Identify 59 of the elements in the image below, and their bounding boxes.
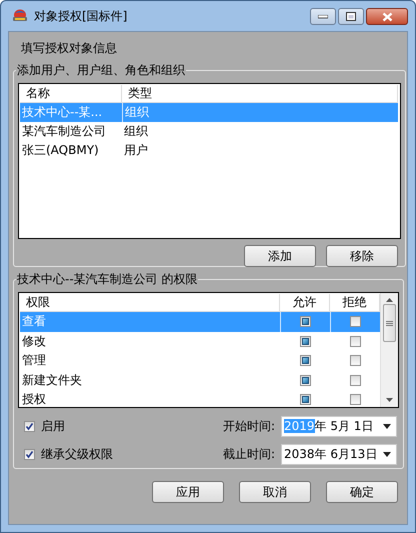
name-cell-text: 张三(AQBMY) xyxy=(21,142,100,159)
column-header[interactable]: 权限 xyxy=(20,294,280,311)
group-title: 添加用户、用户组、角色和组织 xyxy=(16,62,186,79)
checkbox[interactable] xyxy=(350,336,360,347)
name-cell-text: 某汽车制造公司 xyxy=(21,123,107,140)
date-label: 开始时间: xyxy=(222,418,275,435)
checkbox[interactable] xyxy=(300,374,310,386)
checkbox[interactable] xyxy=(350,394,360,406)
checkbox[interactable] xyxy=(300,336,310,347)
date-label: 截止时间: xyxy=(222,446,275,463)
list-row[interactable]: 张三(AQBMY) 用户 xyxy=(20,141,398,160)
name-cell-text: 技术中心--某... xyxy=(21,104,104,121)
type-cell: 组织 xyxy=(122,103,242,122)
close-button[interactable] xyxy=(366,8,408,25)
list-action-button[interactable]: 添加 xyxy=(244,245,316,267)
app-logo-icon xyxy=(12,9,28,23)
scroll-thumb[interactable] xyxy=(383,304,396,342)
option-label: 继承父级权限 xyxy=(41,446,113,463)
list-action-button[interactable]: 移除 xyxy=(326,245,398,267)
checkbox[interactable] xyxy=(24,449,35,460)
maximize-icon xyxy=(346,12,356,21)
checkbox[interactable] xyxy=(350,355,360,366)
permission-name: 修改 xyxy=(21,332,47,350)
section-heading: 填写授权对象信息 xyxy=(20,40,118,57)
checkbox[interactable] xyxy=(300,394,310,406)
minimize-icon xyxy=(318,14,328,18)
scroll-up-icon[interactable] xyxy=(386,298,393,302)
option-label: 启用 xyxy=(41,418,65,435)
permission-name: 查看 xyxy=(21,313,47,330)
column-header[interactable]: 允许 xyxy=(280,294,330,311)
permission-row[interactable]: 授权 xyxy=(20,390,380,407)
grip-icon xyxy=(386,320,393,326)
permission-row[interactable]: 修改 xyxy=(20,332,380,351)
checkbox[interactable] xyxy=(300,316,311,328)
permission-row[interactable]: 新建文件夹 xyxy=(20,370,380,390)
scroll-down-icon[interactable] xyxy=(386,398,393,402)
dialog-button[interactable]: 应用 xyxy=(152,481,224,503)
permission-row[interactable]: 管理 xyxy=(20,351,380,370)
date-picker[interactable]: 2038年 6月13日 xyxy=(281,444,397,465)
checkbox[interactable] xyxy=(350,316,361,328)
checkbox[interactable] xyxy=(24,421,35,432)
minimize-button[interactable] xyxy=(310,8,336,25)
scrollbar[interactable] xyxy=(380,293,398,407)
dialog-button[interactable]: 取消 xyxy=(239,481,311,503)
permission-name: 新建文件夹 xyxy=(21,372,83,389)
list-row[interactable]: 某汽车制造公司 组织 xyxy=(20,122,398,141)
permission-name: 授权 xyxy=(21,391,47,407)
permission-name: 管理 xyxy=(21,352,47,370)
column-header[interactable]: 类型 xyxy=(122,85,398,102)
column-header[interactable]: 名称 xyxy=(20,85,122,102)
window-title: 对象授权[国标件] xyxy=(34,8,128,24)
type-cell-text: 用户 xyxy=(123,142,149,159)
maximize-button[interactable] xyxy=(338,8,364,25)
close-icon xyxy=(382,12,392,22)
type-cell-text: 组织 xyxy=(123,123,149,140)
group-title: 技术中心--某汽车制造公司 的权限 xyxy=(16,271,198,288)
checkbox[interactable] xyxy=(350,374,360,386)
dialog-button[interactable]: 确定 xyxy=(326,481,398,503)
checkbox[interactable] xyxy=(300,355,310,366)
